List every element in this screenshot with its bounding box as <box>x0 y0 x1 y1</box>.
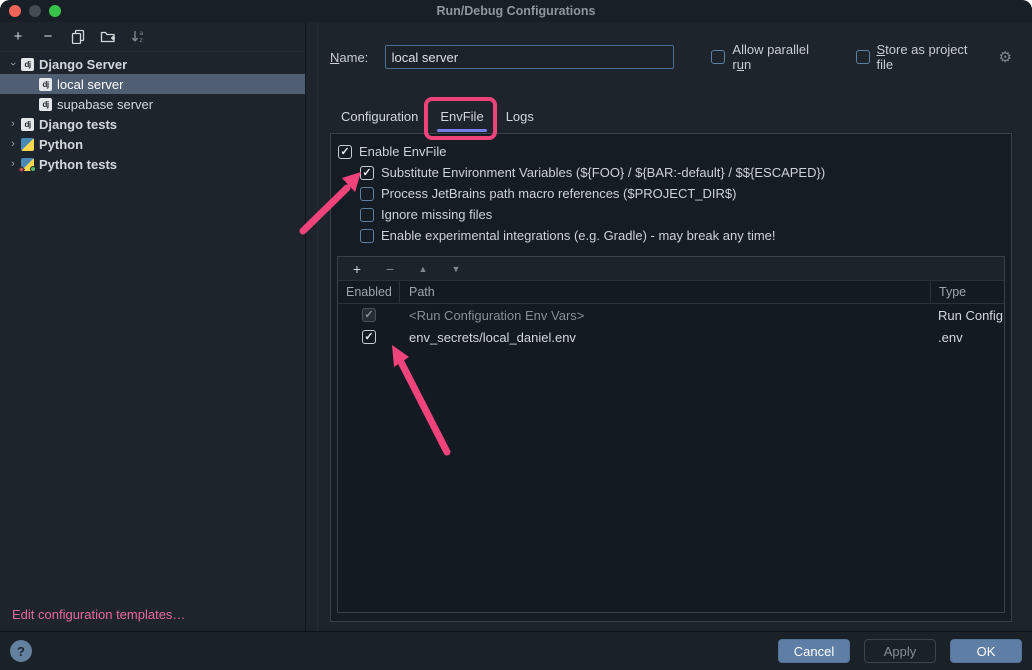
window-title: Run/Debug Configurations <box>436 4 595 18</box>
row-enabled-checkbox <box>362 308 376 322</box>
chevron-right-icon[interactable]: › <box>5 138 21 150</box>
ok-button[interactable]: OK <box>950 639 1022 663</box>
svg-text:a: a <box>140 30 144 37</box>
run-debug-configurations-dialog: Run/Debug Configurations + − az › dj Dja… <box>0 0 1032 670</box>
cancel-button[interactable]: Cancel <box>778 639 850 663</box>
apply-button[interactable]: Apply <box>864 639 936 663</box>
tree-item-python-tests[interactable]: › Python tests <box>0 154 305 174</box>
allow-parallel-run-label: Allow parallel run <box>732 42 830 72</box>
experimental-integrations-checkbox[interactable] <box>360 229 374 243</box>
tree-item-django-server[interactable]: › dj Django Server <box>0 54 305 74</box>
chevron-down-icon[interactable]: › <box>7 56 19 72</box>
zoom-window-button[interactable] <box>49 5 61 17</box>
minimize-window-button[interactable] <box>29 5 41 17</box>
column-header-enabled[interactable]: Enabled <box>338 281 400 303</box>
django-config-icon: dj <box>21 58 34 71</box>
process-path-macro-option[interactable]: Process JetBrains path macro references … <box>331 183 1011 204</box>
process-path-macro-label: Process JetBrains path macro references … <box>381 186 736 201</box>
process-path-macro-checkbox[interactable] <box>360 187 374 201</box>
configuration-editor: Name: Allow parallel run Store as projec… <box>330 22 1012 622</box>
substitute-env-vars-option[interactable]: Substitute Environment Variables (${FOO}… <box>331 162 1011 183</box>
tree-item-python[interactable]: › Python <box>0 134 305 154</box>
row-enabled-checkbox[interactable] <box>362 330 376 344</box>
sidebar-toolbar: + − az <box>0 22 305 52</box>
tree-item-label: Python <box>39 137 83 152</box>
column-header-path[interactable]: Path <box>400 281 930 303</box>
tab-configuration[interactable]: Configuration <box>330 100 429 133</box>
row-path: <Run Configuration Env Vars> <box>400 304 930 326</box>
add-configuration-icon[interactable]: + <box>10 29 26 45</box>
enable-envfile-option[interactable]: Enable EnvFile <box>331 141 1011 162</box>
tree-item-label: Django tests <box>39 117 117 132</box>
tree-item-label: supabase server <box>57 97 153 112</box>
tab-logs[interactable]: Logs <box>495 100 545 133</box>
close-window-button[interactable] <box>9 5 21 17</box>
dialog-footer: ? Cancel Apply OK <box>0 631 1032 670</box>
allow-parallel-run-checkbox[interactable] <box>711 50 725 64</box>
table-row[interactable]: env_secrets/local_daniel.env .env <box>338 326 1004 348</box>
traffic-lights <box>9 5 61 17</box>
remove-configuration-icon[interactable]: − <box>40 29 56 45</box>
row-type: Run Config <box>930 304 1004 326</box>
table-row[interactable]: <Run Configuration Env Vars> Run Config <box>338 304 1004 326</box>
tree-item-local-server[interactable]: dj local server <box>0 74 305 94</box>
tree-item-supabase-server[interactable]: dj supabase server <box>0 94 305 114</box>
experimental-integrations-option[interactable]: Enable experimental integrations (e.g. G… <box>331 225 1011 246</box>
name-row: Name: Allow parallel run Store as projec… <box>330 45 1012 69</box>
name-input[interactable] <box>385 45 675 69</box>
configurations-tree: › dj Django Server dj local server dj su… <box>0 52 305 174</box>
substitute-env-vars-label: Substitute Environment Variables (${FOO}… <box>381 165 825 180</box>
substitute-env-vars-checkbox[interactable] <box>360 166 374 180</box>
ignore-missing-files-label: Ignore missing files <box>381 207 492 222</box>
tree-item-label: local server <box>57 77 123 92</box>
edit-configuration-templates-link[interactable]: Edit configuration templates… <box>12 607 185 622</box>
remove-env-file-icon[interactable]: − <box>382 261 398 277</box>
footer-buttons: Cancel Apply OK <box>778 639 1022 663</box>
ignore-missing-files-option[interactable]: Ignore missing files <box>331 204 1011 225</box>
new-folder-icon[interactable] <box>100 29 116 45</box>
row-type: .env <box>930 326 1004 348</box>
tree-item-django-tests[interactable]: › dj Django tests <box>0 114 305 134</box>
move-down-icon[interactable]: ▼ <box>448 261 464 277</box>
config-tabs: Configuration EnvFile Logs <box>330 100 545 133</box>
row-path: env_secrets/local_daniel.env <box>400 326 930 348</box>
store-as-project-file-option[interactable]: Store as project file ⚙ <box>856 42 1013 72</box>
python-config-icon <box>21 138 34 151</box>
store-as-project-file-label: Store as project file <box>877 42 987 72</box>
copy-configuration-icon[interactable] <box>70 29 86 45</box>
django-tests-config-icon: dj <box>21 118 34 131</box>
python-tests-config-icon <box>21 158 34 171</box>
env-files-table: + − ▲ ▼ Enabled Path Type <Run Configura… <box>337 256 1005 613</box>
help-button[interactable]: ? <box>10 640 32 662</box>
enable-envfile-checkbox[interactable] <box>338 145 352 159</box>
table-header-row: Enabled Path Type <box>338 281 1004 304</box>
gear-icon[interactable]: ⚙ <box>999 48 1012 66</box>
svg-text:z: z <box>140 37 143 44</box>
store-as-project-file-checkbox[interactable] <box>856 50 870 64</box>
add-env-file-icon[interactable]: + <box>349 261 365 277</box>
configurations-sidebar: + − az › dj Django Server dj local serve… <box>0 22 306 631</box>
titlebar: Run/Debug Configurations <box>0 0 1032 22</box>
allow-parallel-run-option[interactable]: Allow parallel run <box>711 42 830 72</box>
envfile-tab-panel: Enable EnvFile Substitute Environment Va… <box>330 133 1012 622</box>
column-header-type[interactable]: Type <box>930 281 1004 303</box>
ignore-missing-files-checkbox[interactable] <box>360 208 374 222</box>
sort-alphabetically-icon[interactable]: az <box>130 29 146 45</box>
move-up-icon[interactable]: ▲ <box>415 261 431 277</box>
experimental-integrations-label: Enable experimental integrations (e.g. G… <box>381 228 776 243</box>
django-config-icon: dj <box>39 98 52 111</box>
tree-item-label: Django Server <box>39 57 127 72</box>
sidebar-splitter[interactable] <box>317 22 318 631</box>
name-label: Name: <box>330 50 385 65</box>
tab-envfile[interactable]: EnvFile <box>429 100 494 133</box>
env-files-table-toolbar: + − ▲ ▼ <box>338 257 1004 281</box>
enable-envfile-label: Enable EnvFile <box>359 144 446 159</box>
django-config-icon: dj <box>39 78 52 91</box>
chevron-right-icon[interactable]: › <box>5 118 21 130</box>
tree-item-label: Python tests <box>39 157 117 172</box>
